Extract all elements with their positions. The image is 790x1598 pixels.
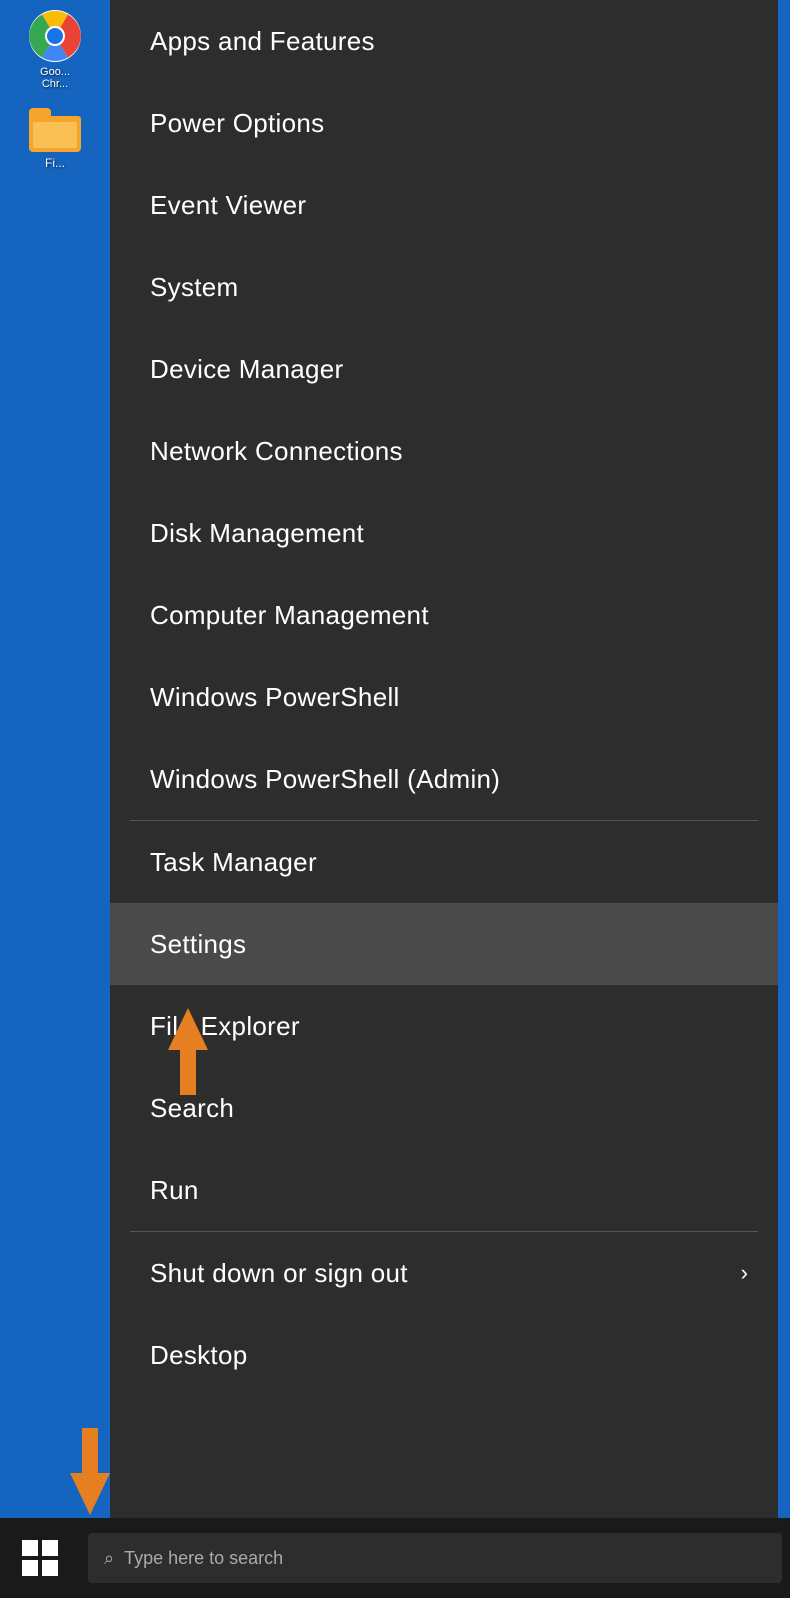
menu-item-event-viewer[interactable]: Event Viewer xyxy=(110,164,778,246)
menu-item-system[interactable]: System xyxy=(110,246,778,328)
menu-item-computer-management[interactable]: Computer Management xyxy=(110,574,778,656)
menu-item-task-manager[interactable]: Task Manager xyxy=(110,821,778,903)
menu-item-windows-powershell[interactable]: Windows PowerShell xyxy=(110,656,778,738)
menu-item-settings[interactable]: Settings xyxy=(110,903,778,985)
menu-item-apps-and-features[interactable]: Apps and Features xyxy=(110,0,778,82)
menu-item-shut-down-or-sign-out[interactable]: Shut down or sign out › xyxy=(110,1232,778,1314)
desktop-icons-area: Goo...Chr... Fi... xyxy=(0,0,110,1598)
menu-item-network-connections[interactable]: Network Connections xyxy=(110,410,778,492)
start-button[interactable] xyxy=(0,1518,80,1598)
taskbar: ⌕ Type here to search xyxy=(0,1518,790,1598)
menu-item-device-manager[interactable]: Device Manager xyxy=(110,328,778,410)
search-icon: ⌕ xyxy=(104,1548,114,1569)
windows-logo-icon xyxy=(22,1540,58,1576)
menu-item-file-explorer[interactable]: File Explorer xyxy=(110,985,778,1067)
arrow-right-icon: › xyxy=(741,1260,748,1286)
menu-item-run[interactable]: Run xyxy=(110,1149,778,1231)
chrome-logo-icon xyxy=(29,10,81,62)
folder-icon-label: Fi... xyxy=(45,156,65,170)
menu-item-windows-powershell-admin[interactable]: Windows PowerShell (Admin) xyxy=(110,738,778,820)
chrome-icon-label: Goo...Chr... xyxy=(40,66,70,90)
menu-item-disk-management[interactable]: Disk Management xyxy=(110,492,778,574)
desktop: Goo...Chr... Fi... Apps and Features Pow… xyxy=(0,0,790,1598)
folder-icon-desktop[interactable]: Fi... xyxy=(15,108,95,170)
context-menu: Apps and Features Power Options Event Vi… xyxy=(110,0,778,1518)
taskbar-search[interactable]: ⌕ Type here to search xyxy=(88,1533,782,1583)
menu-item-desktop[interactable]: Desktop xyxy=(110,1314,778,1396)
menu-item-power-options[interactable]: Power Options xyxy=(110,82,778,164)
menu-item-search[interactable]: Search xyxy=(110,1067,778,1149)
chrome-icon-desktop[interactable]: Goo...Chr... xyxy=(15,10,95,90)
